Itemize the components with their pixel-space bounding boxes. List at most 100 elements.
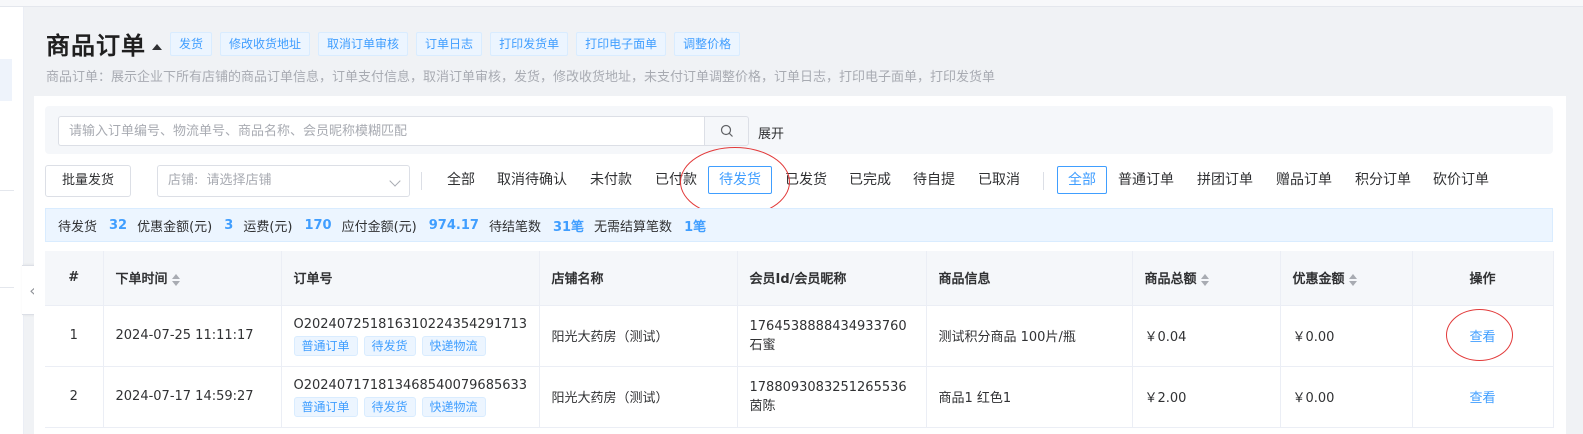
summary-label: 待发货 (58, 219, 98, 235)
search-icon (720, 124, 733, 137)
sort-icon[interactable] (1200, 273, 1209, 286)
column-header-store: 店铺名称 (539, 251, 738, 306)
status-filter-pending-shipment[interactable]: 待发货 (708, 166, 772, 194)
row-member: 1788093083251265536 茵陈 (737, 366, 927, 428)
row-index: 2 (45, 366, 104, 428)
summary-label: 优惠金额(元) (137, 219, 213, 235)
left-nav-divider (0, 287, 14, 288)
cancel-order-review-button[interactable]: 取消订单审核 (318, 31, 409, 56)
left-nav-selected-item[interactable] (0, 59, 12, 101)
column-header-goods: 商品信息 (926, 251, 1133, 306)
search-input[interactable] (58, 116, 705, 146)
column-header-total[interactable]: 商品总额 (1132, 251, 1281, 306)
type-filter-points[interactable]: 积分订单 (1355, 166, 1411, 194)
row-time: 2024-07-25 11:11:17 (103, 305, 282, 367)
row-goods: 测试积分商品 100片/瓶 (926, 305, 1133, 367)
row-member: 1764538888434933760 石蜜 (737, 305, 927, 367)
row-discount: ￥0.00 (1280, 366, 1413, 428)
status-filter-cancelled[interactable]: 已取消 (978, 166, 1020, 194)
summary-value: 32 (109, 217, 128, 233)
order-status-tag: 待发货 (363, 396, 416, 417)
row-discount: ￥0.00 (1280, 305, 1413, 367)
column-header-total-label: 商品总额 (1144, 272, 1197, 288)
ship-button[interactable]: 发货 (170, 31, 213, 56)
edit-address-button[interactable]: 修改收货地址 (220, 31, 311, 56)
filter-divider (421, 172, 422, 190)
summary-label: 应付金额(元) (341, 219, 417, 235)
status-filter-cancel-pending[interactable]: 取消待确认 (497, 166, 567, 194)
status-filter-all[interactable]: 全部 (447, 166, 475, 194)
type-filter-normal[interactable]: 普通订单 (1118, 166, 1174, 194)
row-order-no: O202407251816310224354291713 (293, 316, 528, 332)
caret-up-icon[interactable] (152, 43, 162, 50)
status-filter-shipped[interactable]: 已发货 (785, 166, 827, 194)
search-button[interactable] (704, 116, 749, 146)
left-nav-divider (0, 190, 14, 191)
row-tags: 普通订单 待发货 快递物流 (293, 335, 527, 356)
print-waybill-button[interactable]: 打印电子面单 (576, 31, 667, 56)
row-store: 阳光大药房（测试） (539, 366, 738, 428)
row-order-cell: O202407171813468540079685633 普通订单 待发货 快递… (281, 366, 540, 428)
row-index: 1 (45, 305, 104, 367)
row-tags: 普通订单 待发货 快递物流 (293, 396, 527, 417)
status-filter-paid[interactable]: 已付款 (655, 166, 697, 194)
column-header-time[interactable]: 下单时间 (103, 251, 282, 306)
expand-link[interactable]: 展开 (758, 123, 784, 142)
row-member-name: 茵陈 (749, 398, 776, 414)
summary-label: 无需结算笔数 (594, 219, 673, 235)
type-filter-bargain[interactable]: 砍价订单 (1433, 166, 1489, 194)
status-filter-completed[interactable]: 已完成 (849, 166, 891, 194)
row-member-name: 石蜜 (749, 337, 776, 353)
row-time: 2024-07-17 14:59:27 (103, 366, 282, 428)
orders-table: # 下单时间 订单号 店铺名称 会员Id/会员昵称 商品信息 商品总额 优惠金额… (45, 251, 1554, 428)
status-filter-unpaid[interactable]: 未付款 (590, 166, 632, 194)
adjust-price-button[interactable]: 调整价格 (674, 31, 741, 56)
page-header: 商品订单 发货 修改收货地址 取消订单审核 订单日志 打印发货单 打印电子面单 … (46, 26, 748, 61)
type-filter-all[interactable]: 全部 (1057, 166, 1107, 194)
page-description: 商品订单：展示企业下所有店铺的商品订单信息，订单支付信息，取消订单审核，发货，修… (46, 70, 996, 85)
chevron-down-icon (389, 175, 401, 187)
summary-label: 运费(元) (243, 219, 293, 235)
row-goods: 商品1 红色1 (926, 366, 1133, 428)
top-bar (0, 0, 1583, 7)
status-filter-pickup[interactable]: 待自提 (913, 166, 955, 194)
summary-value: 3 (224, 217, 234, 233)
row-store: 阳光大药房（测试） (539, 305, 738, 367)
sort-icon[interactable] (171, 273, 180, 286)
print-shipping-list-button[interactable]: 打印发货单 (490, 31, 569, 56)
view-link[interactable]: 查看 (1469, 391, 1495, 406)
row-total: ￥0.04 (1132, 305, 1281, 367)
summary-value: 974.17 (428, 217, 479, 233)
table-header-row: # 下单时间 订单号 店铺名称 会员Id/会员昵称 商品信息 商品总额 优惠金额… (45, 251, 1554, 306)
column-header-discount-label: 优惠金额 (1292, 272, 1345, 288)
order-type-tag: 普通订单 (293, 396, 358, 417)
column-header-action: 操作 (1412, 251, 1554, 306)
filter-divider (1043, 172, 1044, 190)
column-header-order-no: 订单号 (281, 251, 540, 306)
type-filter-group[interactable]: 拼团订单 (1197, 166, 1253, 194)
delivery-type-tag: 快递物流 (421, 396, 486, 417)
delivery-type-tag: 快递物流 (421, 335, 486, 356)
view-link[interactable]: 查看 (1469, 330, 1495, 345)
order-type-tag: 普通订单 (293, 335, 358, 356)
row-action-cell: 查看 (1412, 366, 1554, 428)
table-row: 2 2024-07-17 14:59:27 O20240717181346854… (45, 366, 1554, 428)
batch-ship-button[interactable]: 批量发货 (45, 165, 131, 197)
row-member-id: 1788093083251265536 (749, 379, 907, 395)
summary-value: 31笔 (552, 219, 585, 235)
type-filter-gift[interactable]: 赠品订单 (1276, 166, 1332, 194)
sort-icon[interactable] (1348, 273, 1357, 286)
row-order-cell: O202407251816310224354291713 普通订单 待发货 快递… (281, 305, 540, 367)
store-select-placeholder: 请选择店铺 (206, 173, 272, 188)
row-total: ￥2.00 (1132, 366, 1281, 428)
column-header-discount[interactable]: 优惠金额 (1280, 251, 1413, 306)
order-log-button[interactable]: 订单日志 (416, 31, 483, 56)
store-select[interactable]: 店铺: 请选择店铺 (157, 165, 410, 197)
order-status-tag: 待发货 (363, 335, 416, 356)
summary-value: 1笔 (684, 219, 707, 235)
page-title: 商品订单 (46, 32, 146, 60)
summary-label: 待结笔数 (488, 219, 541, 235)
column-header-time-label: 下单时间 (115, 272, 168, 288)
summary-value: 170 (304, 217, 332, 233)
table-row: 1 2024-07-25 11:11:17 O20240725181631022… (45, 305, 1554, 367)
